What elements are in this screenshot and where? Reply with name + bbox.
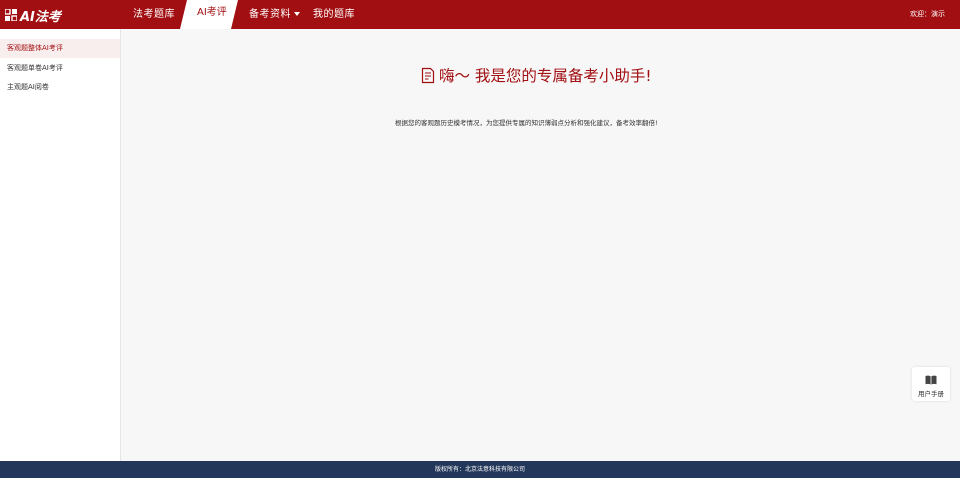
top-nav-bar: AI法考 法考题库 AI考评 备考资料 我的题库 欢迎：演示 — [0, 0, 960, 29]
logo-text: AI法考 — [20, 9, 61, 25]
logo-icon — [5, 9, 17, 21]
book-icon — [925, 375, 937, 385]
nav-item-ai-evaluation-label: AI考评 — [197, 7, 227, 18]
greeting-text: 嗨～ 我是您的专属备考小助手! — [439, 67, 652, 85]
copyright-text: 版权所有：北京法意科技有限公司 — [434, 466, 525, 473]
user-manual-button[interactable]: 用户手册 — [912, 367, 950, 401]
nav-item-my-questions[interactable]: 我的题库 — [313, 0, 355, 29]
assistant-greeting: 嗨～ 我是您的专属备考小助手! — [421, 64, 652, 86]
document-icon — [421, 67, 435, 83]
sidebar-item-subjective-grading[interactable]: 主观题AI阅卷 — [0, 78, 120, 97]
caret-down-icon — [294, 12, 300, 16]
nav-item-prep-materials[interactable]: 备考资料 — [249, 0, 300, 29]
logo[interactable]: AI法考 — [5, 6, 61, 25]
nav-item-prep-materials-label: 备考资料 — [249, 9, 291, 20]
sidebar-item-objective-overall[interactable]: 客观题整体AI考评 — [0, 39, 120, 58]
sidebar-item-objective-single[interactable]: 客观题单卷AI考评 — [0, 59, 120, 78]
sidebar: 客观题整体AI考评 客观题单卷AI考评 主观题AI阅卷 — [0, 29, 121, 461]
footer: 版权所有：北京法意科技有限公司 — [0, 461, 960, 478]
welcome-user[interactable]: 欢迎：演示 — [910, 0, 945, 28]
assistant-description: 根据您的客观题历史模考情况，为您提供专属的知识薄弱点分析和强化建议，备考效率翻倍… — [395, 119, 658, 127]
nav-item-ai-evaluation[interactable]: AI考评 — [180, 0, 238, 29]
user-manual-label: 用户手册 — [918, 390, 944, 398]
nav-item-question-bank[interactable]: 法考题库 — [133, 0, 175, 29]
